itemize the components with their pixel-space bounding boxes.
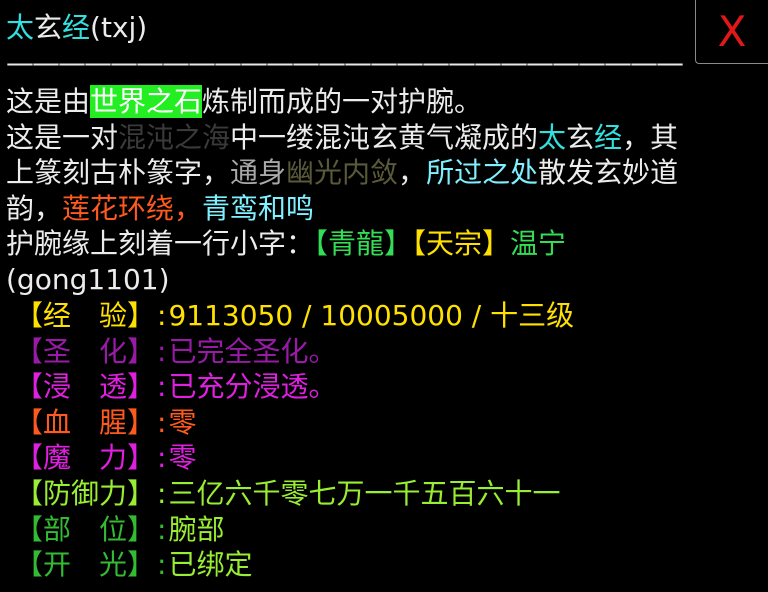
description-line-2: 这是一对混沌之海中一缕混沌玄黄气凝成的太玄经，其 — [6, 120, 756, 156]
stat-value: 零 — [168, 405, 197, 439]
stat-value: 9113050 / 10005000 / 十三级 — [168, 299, 575, 332]
stat-separator: : — [157, 299, 167, 332]
stat-label: 【魔 力】 — [15, 441, 156, 475]
tag-tianzong: 【天宗】 — [412, 227, 511, 260]
stat-row: 【经 验】:9113050 / 10005000 / 十三级 — [15, 298, 574, 334]
owner-name: 温宁 — [510, 227, 567, 260]
desc-text: ， — [398, 156, 427, 189]
desc-text: 上篆刻古朴篆字， — [6, 156, 231, 189]
title-suffix: (txj) — [90, 11, 148, 44]
desc-text: 韵， — [6, 191, 63, 225]
stat-label: 【浸 透】 — [15, 370, 156, 404]
stat-value: 三亿六千零七万一千五百六十一 — [168, 476, 561, 510]
stat-row: 【部 位】:腕部 — [15, 512, 574, 548]
item-name-char-3: 经 — [594, 120, 623, 154]
stat-value: 腕部 — [168, 512, 225, 546]
stat-label: 【开 光】 — [15, 548, 156, 582]
stat-separator: : — [157, 405, 167, 439]
item-detail-window: 太玄经(txj) X —————————————————————————— 这是… — [0, 0, 768, 592]
stat-row: 【血 腥】:零 — [15, 405, 574, 441]
material-highlight: 世界之石 — [90, 85, 203, 118]
stat-label: 【圣 化】 — [15, 334, 156, 368]
description-line-3: 上篆刻古朴篆字，通身幽光内敛，所过之处散发玄妙道 — [6, 155, 756, 191]
desc-text: 中一缕混沌玄黄气凝成的 — [230, 120, 539, 154]
stat-value: 零 — [168, 441, 197, 475]
description-line-1: 这是由世界之石炼制而成的一对护腕。 — [6, 84, 756, 120]
description-line-4: 韵，莲花环绕，青鸾和鸣 — [6, 191, 756, 227]
stat-row: 【魔 力】:零 — [15, 440, 574, 476]
stat-separator: : — [157, 370, 167, 404]
item-name-char-1: 太 — [538, 120, 567, 154]
item-stats: 【经 验】:9113050 / 10005000 / 十三级 【圣 化】:已完全圣… — [15, 298, 574, 583]
title-divider: —————————————————————————— — [6, 48, 684, 78]
close-button[interactable]: X — [695, 0, 768, 64]
desc-text: 炼制而成的一对护腕。 — [202, 85, 483, 118]
owner-id: (gong1101) — [6, 262, 170, 296]
desc-text: 散发玄妙道 — [538, 156, 679, 189]
desc-text: 护腕缘上刻着一行小字： — [6, 227, 315, 260]
desc-cyan-text: 所过之处 — [426, 156, 539, 189]
title-char-1: 太 — [6, 11, 35, 44]
stat-separator: : — [157, 548, 167, 582]
stat-label: 【防御力】 — [15, 476, 156, 510]
stat-row: 【防御力】:三亿六千零七万一千五百六十一 — [15, 476, 574, 512]
tag-qinglong: 【青龍】 — [314, 227, 413, 260]
stat-label: 【部 位】 — [15, 512, 156, 546]
title-char-2: 玄 — [34, 11, 63, 44]
stat-separator: : — [157, 334, 167, 368]
stat-label: 【经 验】 — [15, 299, 156, 332]
stat-row: 【浸 透】:已充分浸透。 — [15, 369, 574, 405]
description-line-5: 护腕缘上刻着一行小字：【青龍】【天宗】温宁 — [6, 226, 756, 262]
desc-orange-text: 莲花环绕， — [62, 191, 203, 225]
stat-separator: : — [157, 512, 167, 546]
item-name-char-2: 玄 — [566, 120, 595, 154]
stat-value: 已绑定 — [168, 548, 253, 582]
stat-row: 【圣 化】:已完全圣化。 — [15, 334, 574, 370]
item-title: 太玄经(txj) — [6, 8, 147, 48]
desc-cyan-text: 青鸾和鸣 — [202, 191, 315, 225]
title-char-3: 经 — [62, 11, 91, 44]
stat-separator: : — [157, 441, 167, 475]
stat-separator: : — [157, 476, 167, 510]
desc-text: 这是一对 — [6, 120, 119, 154]
desc-gray-text: 通身 — [230, 156, 287, 189]
desc-text: ，其 — [622, 120, 679, 154]
desc-dim-text: 幽光内敛 — [286, 156, 399, 189]
stat-value: 已充分浸透。 — [168, 370, 337, 404]
desc-dim-text: 混沌之海 — [118, 120, 231, 154]
item-description: 这是由世界之石炼制而成的一对护腕。 这是一对混沌之海中一缕混沌玄黄气凝成的太玄经… — [6, 84, 756, 297]
desc-text: 这是由 — [6, 85, 91, 118]
stat-value: 已完全圣化。 — [168, 334, 337, 368]
stat-label: 【血 腥】 — [15, 405, 156, 439]
stat-row: 【开 光】:已绑定 — [15, 547, 574, 583]
